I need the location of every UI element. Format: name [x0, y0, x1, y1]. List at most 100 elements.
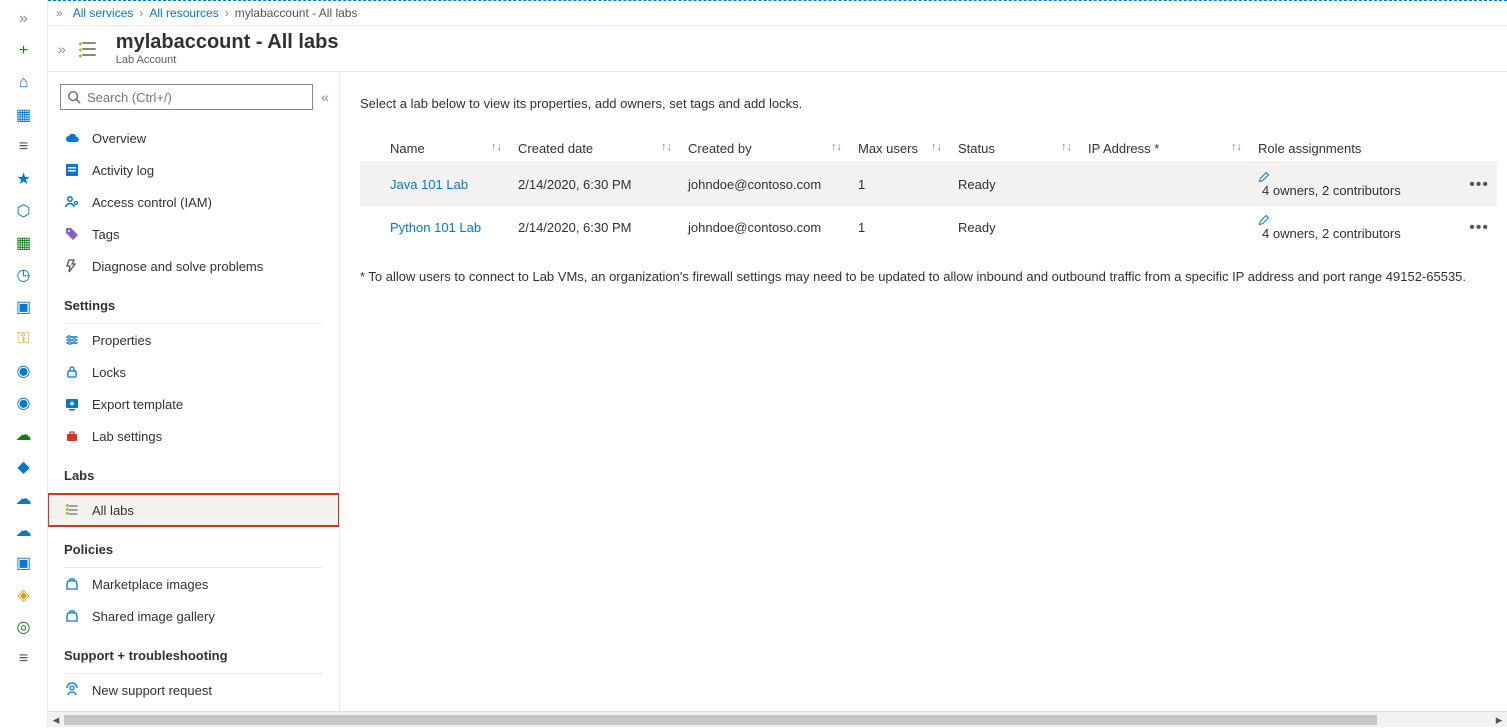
menu-item-diagnose-and-solve-problems[interactable]: Diagnose and solve problems [48, 250, 339, 282]
table-row[interactable]: Python 101 Lab2/14/2020, 6:30 PMjohndoe@… [360, 206, 1497, 249]
menu-item-locks[interactable]: Locks [48, 356, 339, 388]
scrollbar-thumb[interactable] [64, 715, 1377, 725]
col-role-assignments[interactable]: Role assignments [1250, 135, 1455, 163]
export-icon [64, 396, 80, 412]
grid-icon[interactable]: ▦ [15, 234, 33, 252]
breadcrumb-link-resources[interactable]: All resources [149, 6, 218, 20]
menu-collapse-icon[interactable]: « [321, 89, 329, 105]
col-created-date[interactable]: Created date↑↓ [510, 135, 680, 163]
menu-item-marketplace-images[interactable]: Marketplace images [48, 568, 339, 600]
roles-text: 4 owners, 2 contributors [1262, 183, 1401, 198]
menu-search-box[interactable] [60, 84, 313, 110]
log-icon [64, 162, 80, 178]
menu-search-input[interactable] [87, 90, 306, 105]
lab-name-link[interactable]: Python 101 Lab [390, 220, 481, 235]
monitor-icon[interactable]: ▣ [15, 298, 33, 316]
sort-icon[interactable]: ↑↓ [661, 141, 672, 153]
menu-item-label: New support request [92, 683, 212, 698]
cloud1-icon[interactable]: ☁ [15, 426, 33, 444]
cell-text: Ready [958, 177, 996, 192]
table-row[interactable]: Java 101 Lab2/14/2020, 6:30 PMjohndoe@co… [360, 163, 1497, 207]
col-created-by[interactable]: Created by↑↓ [680, 135, 850, 163]
bag-icon [64, 428, 80, 444]
more-icon[interactable]: ≡ [15, 650, 33, 668]
user-icon[interactable]: ◉ [15, 394, 33, 412]
sort-icon[interactable]: ↑↓ [491, 141, 502, 153]
resource-menu: « Overview Activity log Access control (IA… [48, 72, 340, 717]
scroll-right-icon[interactable]: ▸ [1491, 712, 1507, 728]
edit-icon[interactable] [1258, 214, 1447, 226]
menu-item-label: Access control (IAM) [92, 195, 212, 210]
breadcrumb-link-services[interactable]: All services [73, 6, 134, 20]
menu-item-shared-image-gallery[interactable]: Shared image gallery [48, 600, 339, 632]
menu-item-export-template[interactable]: Export template [48, 388, 339, 420]
menu-group-policies: Policies [48, 526, 339, 563]
menu-group-settings: Settings [48, 282, 339, 319]
col-ip-address-[interactable]: IP Address * ↑↓ [1080, 135, 1250, 163]
sort-icon[interactable]: ↑↓ [831, 141, 842, 153]
menu-item-label: Locks [92, 365, 126, 380]
list-icon[interactable]: ≡ [15, 138, 33, 156]
menu-item-all-labs[interactable]: All labs [48, 494, 339, 526]
cell-text: Ready [958, 220, 996, 235]
lab-name-link[interactable]: Java 101 Lab [390, 177, 468, 192]
menu-group-support-troubleshooting: Support + troubleshooting [48, 632, 339, 669]
menu-item-tags[interactable]: Tags [48, 218, 339, 250]
col-max-users[interactable]: Max users ↑↓ [850, 135, 950, 163]
menu-item-label: Activity log [92, 163, 154, 178]
create-icon[interactable]: + [15, 42, 33, 60]
sort-icon[interactable]: ↑↓ [931, 141, 942, 153]
menu-item-new-support-request[interactable]: New support request [48, 674, 339, 706]
menu-item-activity-log[interactable]: Activity log [48, 154, 339, 186]
support-icon [64, 682, 80, 698]
page-title-bar: » mylabaccount - All labs Lab Account [48, 26, 1507, 72]
breadcrumb-sep-icon: › [225, 6, 229, 20]
expand-icon[interactable]: » [15, 10, 33, 28]
cell-text: 1 [858, 177, 865, 192]
breadcrumb-back-icon[interactable]: » [56, 6, 63, 20]
left-rail: » + ⌂ ▦ ≡ ★ ⬡ ▦ ◷ ▣ ⚿ ◉ ◉ ☁ ◆ ☁ ☁ ▣ ◈ ◎ ≡ [0, 0, 48, 727]
dashboard-icon[interactable]: ▦ [15, 106, 33, 124]
menu-item-overview[interactable]: Overview [48, 122, 339, 154]
col-label: Max users [858, 141, 918, 156]
edit-icon[interactable] [1258, 171, 1447, 183]
col-label: IP Address * [1088, 141, 1159, 156]
tree2-icon[interactable]: ☁ [15, 522, 33, 540]
cube-icon[interactable]: ◈ [15, 586, 33, 604]
page-title: mylabaccount - All labs [116, 31, 339, 54]
scroll-left-icon[interactable]: ◂ [48, 712, 64, 728]
devops-icon[interactable]: ▣ [15, 554, 33, 572]
menu-item-label: Marketplace images [92, 577, 208, 592]
menu-item-label: Shared image gallery [92, 609, 215, 624]
col-name[interactable]: Name↑↓ [360, 135, 510, 163]
diamond-icon[interactable]: ◆ [15, 458, 33, 476]
hexagon-icon[interactable]: ⬡ [15, 202, 33, 220]
key-icon[interactable]: ⚿ [15, 330, 33, 348]
favorites-icon[interactable]: ★ [15, 170, 33, 188]
horizontal-scrollbar[interactable]: ◂ ▸ [48, 711, 1507, 727]
clock-icon[interactable]: ◷ [15, 266, 33, 284]
target-icon[interactable]: ◎ [15, 618, 33, 636]
collapse-breadcrumb-icon[interactable]: » [58, 41, 66, 57]
row-actions-icon[interactable]: ••• [1463, 176, 1489, 193]
page-subtitle: Lab Account [116, 54, 339, 66]
menu-item-lab-settings[interactable]: Lab settings [48, 420, 339, 452]
labs-table: Name↑↓Created date↑↓Created by↑↓Max user… [360, 135, 1497, 249]
tree1-icon[interactable]: ☁ [15, 490, 33, 508]
shop-icon [64, 608, 80, 624]
props-icon [64, 332, 80, 348]
row-actions-icon[interactable]: ••• [1463, 219, 1489, 236]
advisor-icon[interactable]: ◉ [15, 362, 33, 380]
home-icon[interactable]: ⌂ [15, 74, 33, 92]
sort-icon[interactable]: ↑↓ [1061, 141, 1072, 153]
lock-icon [64, 364, 80, 380]
menu-item-label: Export template [92, 397, 183, 412]
sort-icon[interactable]: ↑↓ [1231, 141, 1242, 153]
menu-item-label: Properties [92, 333, 151, 348]
menu-item-label: Diagnose and solve problems [92, 259, 263, 274]
menu-item-access-control-iam-[interactable]: Access control (IAM) [48, 186, 339, 218]
menu-item-properties[interactable]: Properties [48, 324, 339, 356]
cell-text: 2/14/2020, 6:30 PM [518, 177, 631, 192]
cell-text: johndoe@contoso.com [688, 220, 821, 235]
col-status[interactable]: Status↑↓ [950, 135, 1080, 163]
